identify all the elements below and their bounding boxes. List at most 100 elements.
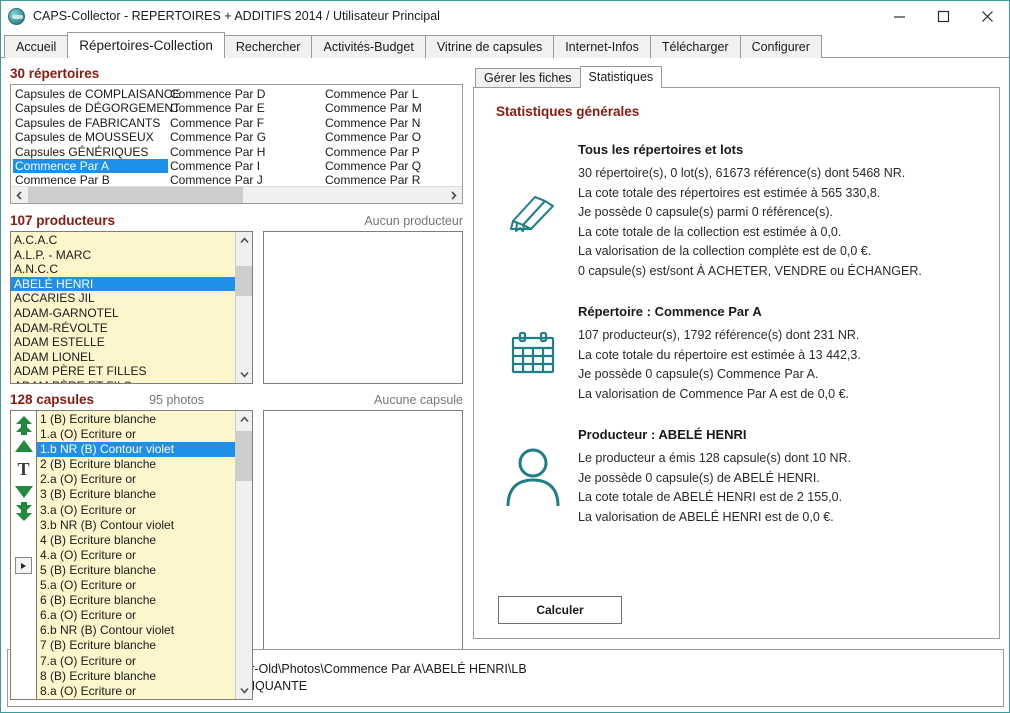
list-item[interactable]: Capsules de MOUSSEUX (13, 130, 168, 144)
person-icon (488, 426, 578, 527)
list-item[interactable]: 8.a (O) Ecriture or (37, 684, 235, 699)
tab-activites-budget[interactable]: Activités-Budget (311, 35, 426, 58)
producteurs-items: A.C.A.C A.L.P. - MARC A.N.C.C ABELÉ HENR… (11, 232, 235, 383)
list-item[interactable]: Commence Par E (168, 101, 323, 115)
tab-repertoires-collection[interactable]: Répertoires-Collection (67, 32, 225, 58)
double-up-arrow-icon[interactable] (14, 415, 34, 437)
tab-gerer-les-fiches[interactable]: Gérer les fiches (475, 68, 581, 88)
double-down-arrow-icon[interactable] (14, 501, 34, 523)
producteurs-preview-note: Aucun producteur (364, 214, 463, 228)
list-item-selected[interactable]: ABELÉ HENRI (11, 276, 235, 292)
stat-line: La valorisation de la collection complèt… (578, 244, 872, 258)
chevron-up-icon[interactable] (236, 232, 253, 249)
list-item[interactable]: Capsules de DÉGORGEMENT (13, 101, 180, 115)
list-item[interactable]: 7 (B) Ecriture blanche (37, 638, 235, 653)
list-item[interactable]: 2.a (O) Ecriture or (37, 472, 235, 487)
list-item[interactable]: Commence Par N (323, 116, 462, 130)
stat-block-repertoire: Répertoire : Commence Par A 107 producte… (488, 303, 985, 404)
tab-vitrine-de-capsules[interactable]: Vitrine de capsules (424, 35, 555, 58)
chevron-right-icon[interactable] (445, 186, 462, 203)
list-item[interactable]: A.N.C.C (11, 262, 235, 277)
list-item[interactable]: Commence Par O (323, 130, 462, 144)
maximize-icon[interactable] (921, 1, 965, 31)
list-item[interactable]: ADAM LIONEL (11, 350, 235, 365)
list-item[interactable]: ADAM-RÉVOLTE (11, 321, 235, 336)
producteurs-vertical-scrollbar[interactable] (235, 232, 252, 383)
producteurs-row: A.C.A.C A.L.P. - MARC A.N.C.C ABELÉ HENR… (10, 231, 463, 384)
list-item-selected[interactable]: 1.b NR (B) Contour violet (37, 442, 235, 458)
list-item[interactable]: Capsules de FABRICANTS (13, 116, 168, 130)
tab-statistiques[interactable]: Statistiques (579, 66, 663, 88)
stat-block-all-repertoires: Tous les répertoires et lots 30 répertoi… (488, 141, 985, 281)
list-item[interactable]: 3 (B) Ecriture blanche (37, 487, 235, 502)
list-item[interactable]: 4.a (O) Ecriture or (37, 548, 235, 563)
chevron-down-icon[interactable] (236, 682, 253, 699)
stat-line: Je possède 0 capsule(s) parmi 0 référenc… (578, 205, 833, 219)
minimize-icon[interactable] (877, 1, 921, 31)
capsules-list[interactable]: T 1 (B) Ecriture blanche 1.a (O) Ecritur… (10, 410, 253, 700)
list-item[interactable]: Commence Par G (168, 130, 323, 144)
list-item[interactable]: A.C.A.C (11, 233, 235, 248)
list-item[interactable]: Commence Par D (168, 87, 323, 101)
list-item[interactable]: Commence Par I (168, 159, 323, 173)
list-item[interactable]: 2 (B) Ecriture blanche (37, 457, 235, 472)
tab-internet-infos[interactable]: Internet-Infos (553, 35, 651, 58)
list-item[interactable]: 7.a (O) Ecriture or (37, 654, 235, 669)
list-item[interactable]: 6.b NR (B) Contour violet (37, 623, 235, 638)
list-item[interactable]: 1 (B) Ecriture blanche (37, 412, 235, 427)
list-item[interactable]: 3.a (O) Ecriture or (37, 503, 235, 518)
repertoires-list[interactable]: Capsules de COMPLAISANCE Capsules de DÉG… (10, 84, 463, 204)
chevron-down-icon[interactable] (236, 366, 253, 383)
list-item[interactable]: ACCARIES JIL (11, 291, 235, 306)
list-item[interactable]: ADAM PÈRE ET FILLES (11, 364, 235, 379)
chevron-left-icon[interactable] (11, 186, 28, 203)
calculer-button[interactable]: Calculer (498, 596, 622, 624)
stat-text-producteur: Producteur : ABELÉ HENRI Le producteur a… (578, 426, 985, 527)
list-item[interactable]: Capsules de COMPLAISANCE (13, 87, 180, 101)
list-item[interactable]: 1.a (O) Ecriture or (37, 427, 235, 442)
list-item[interactable]: 3.b NR (B) Contour violet (37, 518, 235, 533)
up-arrow-icon[interactable] (14, 439, 34, 453)
list-item[interactable]: 6 (B) Ecriture blanche (37, 593, 235, 608)
down-arrow-icon[interactable] (14, 485, 34, 499)
stat-line: Je possède 0 capsule(s) de ABELÉ HENRI. (578, 470, 820, 485)
scrollbar-thumb[interactable] (236, 266, 252, 296)
tab-telecharger[interactable]: Télécharger (649, 35, 741, 58)
producteurs-list[interactable]: A.C.A.C A.L.P. - MARC A.N.C.C ABELÉ HENR… (10, 231, 253, 384)
list-item[interactable]: A.L.P. - MARC (11, 248, 235, 263)
list-item[interactable]: ADAM ESTELLE (11, 335, 235, 350)
letter-t-icon[interactable]: T (17, 458, 29, 480)
list-item[interactable]: Commence Par M (323, 101, 462, 115)
list-item[interactable]: ADAM PÈRE ET FILS (11, 379, 235, 383)
scrollbar-track[interactable] (28, 186, 445, 203)
right-sub-tab-bar: Gérer les fiches Statistiques (473, 66, 1000, 88)
list-item[interactable]: Commence Par F (168, 116, 323, 130)
close-icon[interactable] (965, 1, 1009, 31)
list-item[interactable]: Commence Par P (323, 145, 462, 159)
list-item[interactable]: 5 (B) Ecriture blanche (37, 563, 235, 578)
list-item[interactable]: 8 (B) Ecriture blanche (37, 669, 235, 684)
list-item[interactable]: Commence Par H (168, 145, 323, 159)
capsules-header: 128 capsules 95 photos Aucune capsule (10, 392, 463, 407)
chevron-up-icon[interactable] (236, 411, 253, 428)
scrollbar-thumb[interactable] (236, 431, 252, 481)
tab-configurer[interactable]: Configurer (739, 35, 822, 58)
scrollbar-thumb[interactable] (28, 186, 243, 203)
list-item[interactable]: Capsules GÉNÉRIQUES (13, 145, 168, 159)
list-item[interactable]: ADAM-GARNOTEL (11, 306, 235, 321)
list-item[interactable]: 6.a (O) Ecriture or (37, 608, 235, 623)
list-item[interactable]: 4 (B) Ecriture blanche (37, 533, 235, 548)
calculate-area: Calculer (488, 596, 985, 628)
expand-right-button-icon[interactable] (15, 557, 32, 574)
list-item[interactable]: Commence Par Q (323, 159, 462, 173)
repertoires-horizontal-scrollbar[interactable] (11, 186, 462, 203)
list-item[interactable]: 5.a (O) Ecriture or (37, 578, 235, 593)
capsules-photos-label: 95 photos (149, 393, 204, 407)
capsules-vertical-scrollbar[interactable] (235, 411, 252, 699)
title-bar: CAPS-Collector - REPERTOIRES + ADDITIFS … (1, 1, 1009, 31)
list-item-selected[interactable]: Commence Par A (13, 158, 168, 174)
list-item[interactable]: Commence Par L (323, 87, 462, 101)
tab-rechercher[interactable]: Rechercher (223, 35, 313, 58)
statistics-panel: Statistiques générales Tous les répertoi… (473, 87, 1000, 639)
tab-accueil[interactable]: Accueil (4, 35, 69, 58)
